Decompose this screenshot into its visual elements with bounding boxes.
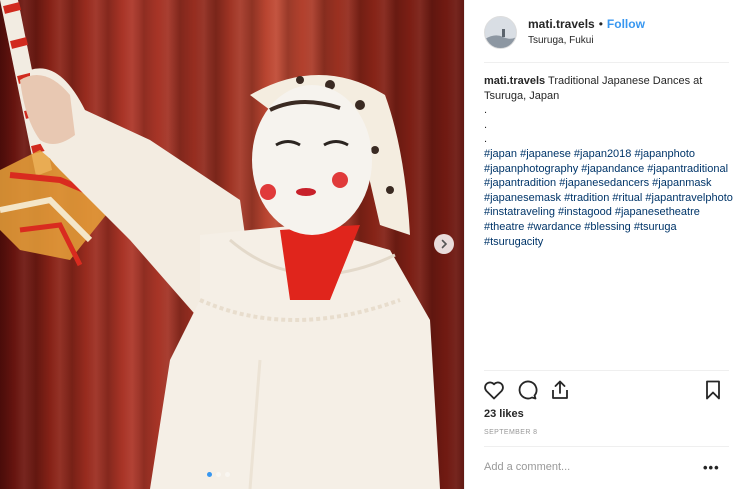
avatar-image [485, 17, 516, 48]
username-link[interactable]: mati.travels [528, 17, 595, 31]
heart-icon [484, 381, 504, 400]
caption-dot-line: . [484, 133, 488, 146]
caption-hashtags[interactable]: #japan #japanese #japan2018 #japanphoto … [484, 147, 734, 249]
save-button[interactable] [701, 378, 725, 402]
post-date: SEPTEMBER 8 [484, 429, 538, 436]
white-mask [252, 85, 372, 235]
bookmark-icon [706, 380, 720, 400]
add-comment-input[interactable]: Add a comment... [484, 461, 570, 473]
post-caption: mati.travels Traditional Japanese Dances… [484, 74, 734, 249]
comment-button[interactable] [515, 378, 539, 402]
comment-bubble-icon [518, 380, 538, 400]
more-options-button[interactable]: ••• [703, 460, 720, 475]
share-icon [552, 380, 568, 399]
follow-button[interactable]: Follow [607, 17, 645, 31]
avatar[interactable] [484, 16, 517, 49]
carousel-dot [207, 472, 212, 477]
separator-dot: • [598, 17, 603, 31]
carousel-dot [225, 472, 230, 477]
post-side-panel: mati.travels • Follow Tsuruga, Fukui mat… [464, 0, 745, 489]
caption-dot-line: . [484, 118, 488, 131]
post-header: mati.travels • Follow Tsuruga, Fukui [465, 0, 745, 62]
likes-count[interactable]: 23 likes [484, 408, 524, 420]
caption-username[interactable]: mati.travels [484, 75, 545, 87]
action-bar [465, 378, 745, 404]
share-button[interactable] [548, 378, 572, 402]
carousel-next-button[interactable] [434, 234, 454, 254]
chevron-right-icon [441, 239, 448, 249]
actions-divider [484, 370, 729, 371]
location-link[interactable]: Tsuruga, Fukui [528, 34, 645, 47]
comment-divider [484, 446, 729, 447]
like-button[interactable] [482, 378, 506, 402]
caption-dot-line: . [484, 104, 488, 117]
dancer-illustration [0, 0, 440, 489]
carousel-dot [216, 472, 221, 477]
post-photo[interactable] [0, 0, 464, 489]
carousel-indicator [207, 472, 230, 477]
header-divider [484, 62, 729, 63]
